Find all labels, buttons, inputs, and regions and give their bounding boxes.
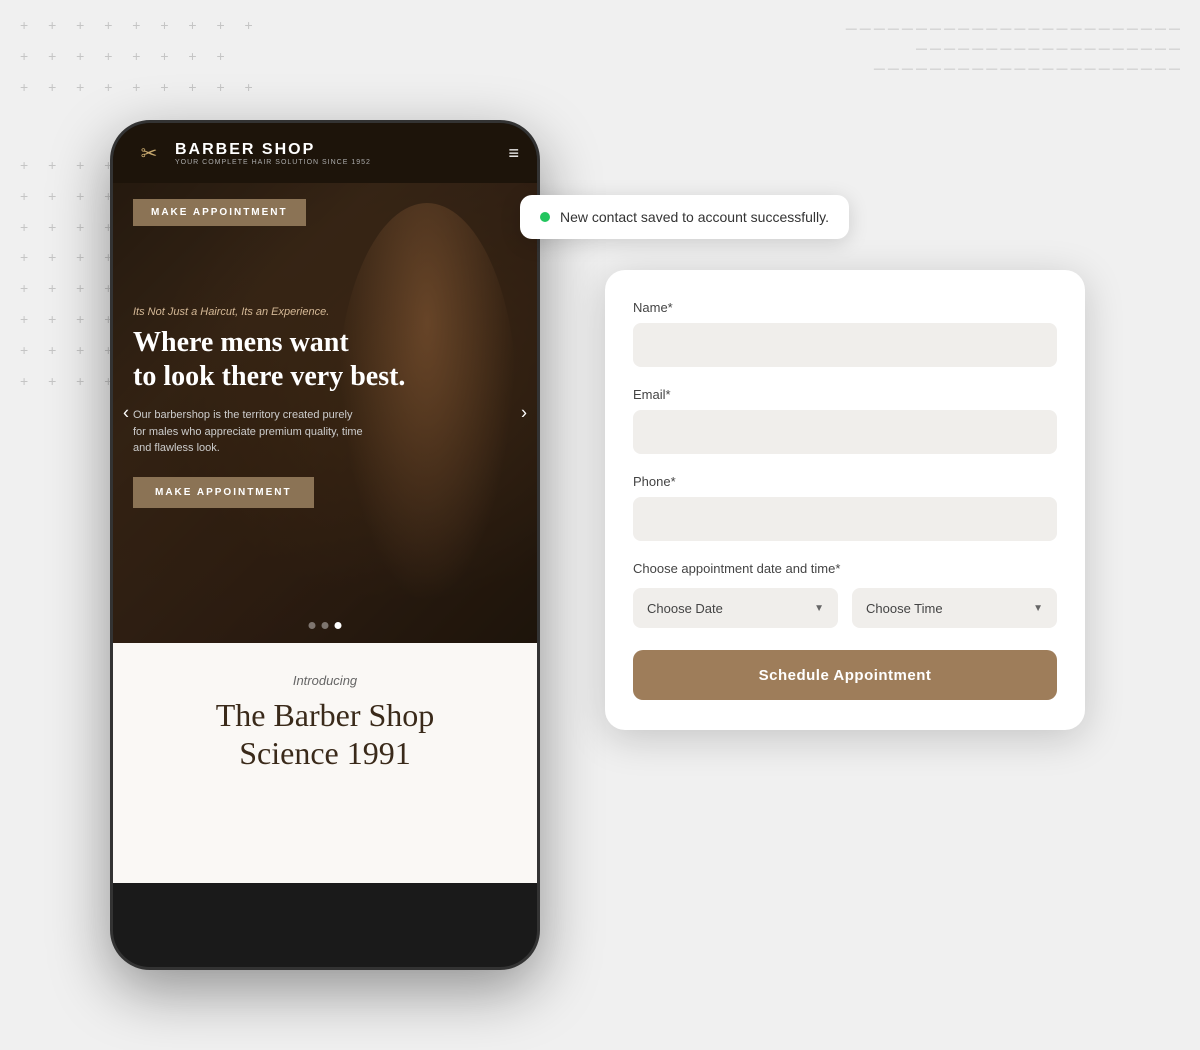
- phone-input[interactable]: [633, 497, 1057, 541]
- choose-time-button[interactable]: Choose Time ▼: [852, 588, 1057, 628]
- carousel-prev-button[interactable]: ‹: [123, 403, 129, 424]
- carousel-dot-1[interactable]: [309, 622, 316, 629]
- carousel-dot-2[interactable]: [322, 622, 329, 629]
- carousel-next-button[interactable]: ›: [521, 403, 527, 424]
- choose-time-label: Choose Time: [866, 601, 943, 616]
- toast-success-dot: [540, 212, 550, 222]
- datetime-row: Choose Date ▼ Choose Time ▼: [633, 588, 1057, 628]
- scissors-icon: ✂: [131, 135, 167, 171]
- introducing-label: Introducing: [133, 673, 517, 688]
- hamburger-icon[interactable]: ≡: [508, 143, 519, 164]
- phone-navbar: ✂ BARBER SHOP YOUR COMPLETE HAIR SOLUTIO…: [113, 123, 537, 183]
- carousel-dot-3[interactable]: [335, 622, 342, 629]
- make-appointment-bottom-button[interactable]: MAKE APPOINTMENT: [133, 477, 314, 508]
- carousel-dots: [309, 622, 342, 629]
- choose-date-label: Choose Date: [647, 601, 723, 616]
- hero-headline: Where mens wantto look there very best.: [133, 326, 517, 393]
- logo-subtitle: YOUR COMPLETE HAIR SOLUTION SINCE 1952: [175, 159, 371, 166]
- choose-date-button[interactable]: Choose Date ▼: [633, 588, 838, 628]
- notification-toast: New contact saved to account successfull…: [520, 195, 849, 239]
- phone-bottom-section: Introducing The Barber Shop Science 1991: [113, 643, 537, 883]
- schedule-appointment-button[interactable]: Schedule Appointment: [633, 650, 1057, 700]
- hero-description: Our barbershop is the territory created …: [133, 407, 363, 457]
- datetime-label: Choose appointment date and time*: [633, 561, 1057, 576]
- hero-tagline: Its Not Just a Haircut, Its an Experienc…: [133, 306, 517, 318]
- email-field-group: Email*: [633, 387, 1057, 454]
- name-input[interactable]: [633, 323, 1057, 367]
- choose-date-arrow: ▼: [814, 603, 824, 614]
- phone-label: Phone*: [633, 474, 1057, 489]
- barber-shop-name: The Barber Shop Science 1991: [133, 696, 517, 773]
- phone-mockup: ✂ BARBER SHOP YOUR COMPLETE HAIR SOLUTIO…: [110, 120, 540, 970]
- email-label: Email*: [633, 387, 1057, 402]
- phone-logo: ✂ BARBER SHOP YOUR COMPLETE HAIR SOLUTIO…: [131, 135, 371, 171]
- email-input[interactable]: [633, 410, 1057, 454]
- name-field-group: Name*: [633, 300, 1057, 367]
- phone-field-group: Phone*: [633, 474, 1057, 541]
- bg-dash-pattern: — — — — — — — — — — — — — — — — — — — — …: [580, 20, 1180, 79]
- datetime-section: Choose appointment date and time* Choose…: [633, 561, 1057, 628]
- name-label: Name*: [633, 300, 1057, 315]
- phone-hero: MAKE APPOINTMENT Its Not Just a Haircut,…: [113, 183, 537, 643]
- logo-title: BARBER SHOP: [175, 141, 371, 159]
- bg-cross-pattern-1: + + + + + + + + + + + + + + + + + + + + …: [20, 10, 261, 102]
- toast-message: New contact saved to account successfull…: [560, 209, 829, 225]
- choose-time-arrow: ▼: [1033, 603, 1043, 614]
- make-appointment-top-button[interactable]: MAKE APPOINTMENT: [133, 199, 306, 226]
- appointment-form-panel: Name* Email* Phone* Choose appointment d…: [605, 270, 1085, 730]
